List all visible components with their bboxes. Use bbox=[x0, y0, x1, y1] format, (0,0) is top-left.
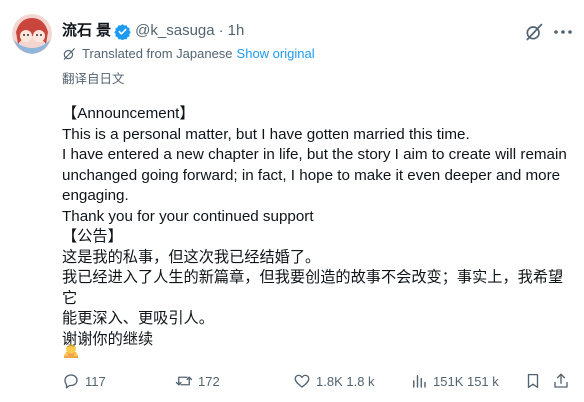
grok-icon[interactable] bbox=[524, 22, 544, 42]
bowing-person-emoji bbox=[62, 341, 80, 359]
translated-label: Translated from Japanese bbox=[82, 46, 233, 61]
heart-icon bbox=[294, 374, 310, 388]
header-separator: · bbox=[218, 22, 224, 39]
share-icon bbox=[554, 373, 568, 388]
tweet: 流石 景 @k_sasuga · 1h Translated from Japa… bbox=[0, 0, 584, 402]
views-count: 151K 151 k bbox=[433, 373, 499, 389]
avatar[interactable] bbox=[12, 14, 52, 54]
display-name[interactable]: 流石 景 bbox=[62, 22, 111, 40]
verified-badge-icon bbox=[114, 23, 131, 40]
bookmark-icon bbox=[527, 373, 539, 389]
timestamp[interactable]: 1h bbox=[228, 22, 245, 40]
translation-notice: Translated from Japanese Show original bbox=[62, 46, 315, 61]
like-count: 1.8K 1.8 k bbox=[316, 373, 375, 389]
share-button[interactable] bbox=[552, 372, 575, 390]
tweet-line: unchanged going forward; in fact, I hope… bbox=[62, 166, 561, 184]
retweet-icon bbox=[175, 376, 193, 386]
more-icon[interactable] bbox=[552, 22, 574, 42]
tweet-line: This is a personal matter, but I have go… bbox=[62, 125, 470, 143]
translate-link[interactable]: 翻译自日文 bbox=[62, 68, 125, 87]
tweet-line: 谢谢你的继续 bbox=[62, 330, 154, 348]
handle[interactable]: @k_sasuga bbox=[135, 22, 214, 40]
show-original-link[interactable]: Show original bbox=[237, 46, 315, 61]
reply-button[interactable]: 117 bbox=[62, 372, 106, 390]
translate-icon bbox=[62, 47, 76, 61]
tweet-line: 【Announcement】 bbox=[62, 105, 195, 122]
reply-icon bbox=[64, 374, 78, 389]
views-icon bbox=[413, 375, 426, 388]
retweet-count: 172 bbox=[198, 373, 220, 389]
tweet-line: engaging. bbox=[62, 187, 129, 204]
tweet-header: 流石 景 @k_sasuga · 1h bbox=[62, 22, 244, 40]
tweet-line: I have entered a new chapter in life, bu… bbox=[62, 146, 567, 163]
tweet-line: 这是我的私事，但这次我已经结婚了。 bbox=[62, 248, 321, 266]
tweet-line: Thank you for your continued support bbox=[62, 207, 314, 225]
bookmark-button[interactable] bbox=[524, 372, 547, 390]
tweet-line: 能更深入、更吸引人。 bbox=[62, 310, 214, 327]
tweet-actions: 117 172 1.8K 1.8 k 151K 151 k bbox=[0, 372, 584, 394]
retweet-button[interactable]: 172 bbox=[175, 372, 220, 390]
like-button[interactable]: 1.8K 1.8 k bbox=[293, 372, 375, 390]
reply-count: 117 bbox=[85, 373, 106, 389]
tweet-text: 【Announcement】 This is a personal matter… bbox=[62, 104, 577, 350]
tweet-line: 我已经进入了人生的新篇章，但我要创造的故事不会改变；事实上，我希望它 bbox=[62, 269, 564, 307]
views-button[interactable]: 151K 151 k bbox=[410, 372, 499, 390]
tweet-line: 【公告】 bbox=[62, 228, 123, 245]
